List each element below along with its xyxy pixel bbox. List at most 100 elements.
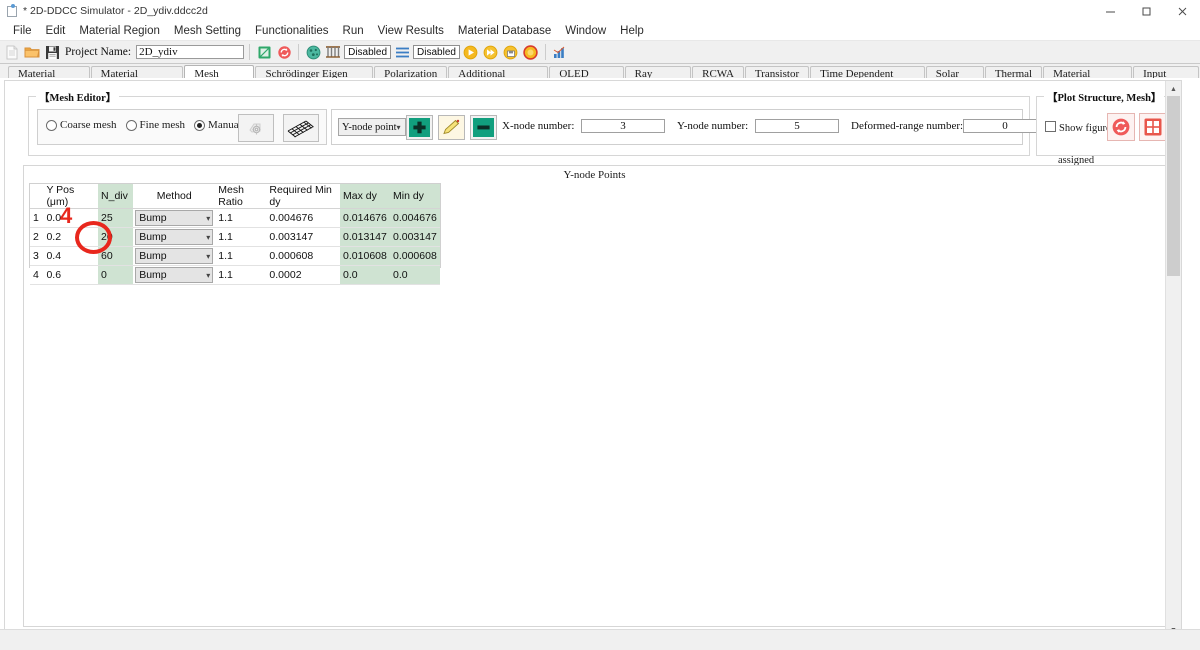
menu-material-database[interactable]: Material Database xyxy=(451,22,558,40)
project-name-input[interactable] xyxy=(136,45,245,59)
chevron-down-icon: ▾ xyxy=(206,270,211,280)
header-max-dy[interactable]: Max dy xyxy=(340,184,390,209)
menu-file[interactable]: File xyxy=(6,22,39,40)
radio-fine-mesh[interactable]: Fine mesh xyxy=(125,119,185,131)
menu-material-region[interactable]: Material Region xyxy=(72,22,167,40)
content-area: 【Mesh Editor】 Coarse mesh Fine mesh Manu… xyxy=(0,78,1200,650)
new-file-icon[interactable] xyxy=(3,43,21,61)
radio-coarse-mesh[interactable]: Coarse mesh xyxy=(46,119,117,131)
bar-chart-icon[interactable] xyxy=(551,43,569,61)
y-node-number-input[interactable] xyxy=(755,119,839,133)
refresh-plot-icon[interactable] xyxy=(1107,113,1135,141)
header-ndiv[interactable]: N_div xyxy=(98,184,134,209)
radio-dot-manual xyxy=(194,119,206,131)
header-method[interactable]: Method xyxy=(133,184,216,209)
app-icon xyxy=(5,4,19,18)
minus-icon[interactable] xyxy=(470,115,497,140)
cell-min-dy: 0.003147 xyxy=(389,227,440,247)
cell-required-min-dy[interactable]: 0.0002 xyxy=(266,265,341,285)
mesh-setting-panel: 【Mesh Editor】 Coarse mesh Fine mesh Manu… xyxy=(4,80,1182,640)
cell-required-min-dy[interactable]: 0.004676 xyxy=(266,208,341,228)
cell-min-dy: 0.004676 xyxy=(389,208,440,228)
status-disabled-1: Disabled xyxy=(344,45,392,59)
chevron-down-icon: ▾ xyxy=(206,213,211,223)
method-value: Bump xyxy=(139,269,167,281)
header-min-dy[interactable]: Min dy xyxy=(389,184,440,209)
x-node-number-label: X-node number: xyxy=(502,120,575,132)
row-number: 1 xyxy=(30,208,44,228)
cell-max-dy: 0.013147 xyxy=(340,227,390,247)
method-select[interactable]: Bump ▾ xyxy=(135,210,214,226)
cell-method[interactable]: Bump ▾ xyxy=(133,227,216,247)
plus-icon[interactable] xyxy=(406,115,433,140)
menu-functionalities[interactable]: Functionalities xyxy=(248,22,336,40)
close-button[interactable] xyxy=(1164,0,1200,22)
mesh-setting-inner: 【Mesh Editor】 Coarse mesh Fine mesh Manu… xyxy=(10,85,1174,635)
cell-ypos[interactable]: 0.6 xyxy=(43,265,99,285)
run-icon[interactable] xyxy=(462,43,480,61)
menu-bar: File Edit Material Region Mesh Setting F… xyxy=(0,22,1200,40)
maximize-button[interactable] xyxy=(1128,0,1164,22)
cell-mesh-ratio[interactable]: 1.1 xyxy=(215,208,267,228)
cell-method[interactable]: Bump ▾ xyxy=(133,265,216,285)
radio-dot-coarse xyxy=(46,119,57,131)
show-figure-checkbox[interactable]: Show figure xyxy=(1045,121,1111,134)
deformed-range-input[interactable] xyxy=(963,119,1047,133)
annotation-step-number: 4 xyxy=(60,203,73,228)
cell-mesh-ratio[interactable]: 1.1 xyxy=(215,246,267,266)
lines-icon[interactable] xyxy=(393,43,411,61)
open-folder-icon[interactable] xyxy=(23,43,41,61)
gear-mesh-icon[interactable] xyxy=(238,114,274,142)
cell-required-min-dy[interactable]: 0.003147 xyxy=(266,227,341,247)
header-required-min-dy[interactable]: Required Min dy xyxy=(266,184,341,209)
x-node-number-input[interactable] xyxy=(581,119,665,133)
panel-vertical-scrollbar[interactable]: ▲ ▼ xyxy=(1165,81,1181,637)
cell-max-dy: 0.0 xyxy=(340,265,390,285)
toolbar-separator-1 xyxy=(249,44,251,60)
refresh-icon[interactable] xyxy=(275,43,293,61)
scroll-up-arrow-icon[interactable]: ▲ xyxy=(1166,81,1181,96)
cell-method[interactable]: Bump ▾ xyxy=(133,246,216,266)
menu-mesh-setting[interactable]: Mesh Setting xyxy=(167,22,248,40)
columns-icon[interactable] xyxy=(324,43,342,61)
method-select[interactable]: Bump ▾ xyxy=(135,229,214,245)
node-type-value: Y-node point xyxy=(342,121,397,133)
pencil-icon[interactable] xyxy=(438,115,465,140)
plot-structure-group: 【Plot Structure, Mesh】 Show figure xyxy=(1036,90,1167,156)
chevron-down-icon: ▾ xyxy=(396,122,401,132)
cell-required-min-dy[interactable]: 0.000608 xyxy=(266,246,341,266)
node-type-select[interactable]: Y-node point ▾ xyxy=(338,118,406,136)
structure-icon[interactable] xyxy=(255,43,273,61)
cell-method[interactable]: Bump ▾ xyxy=(133,208,216,228)
window-title: * 2D-DDCC Simulator - 2D_ydiv.ddcc2d xyxy=(23,5,208,17)
table-row[interactable]: 4 0.6 0 Bump ▾ 1.1 0.0002 0.0 0.0 xyxy=(30,265,440,285)
mesh-icon[interactable] xyxy=(304,43,322,61)
project-name-label: Project Name: xyxy=(65,46,132,58)
table-header-row: Y Pos (μm) N_div Method Mesh Ratio Requi… xyxy=(30,184,440,209)
minimize-button[interactable] xyxy=(1092,0,1128,22)
show-figure-label: Show figure xyxy=(1059,123,1111,134)
header-mesh-ratio[interactable]: Mesh Ratio xyxy=(215,184,267,209)
cell-ndiv[interactable]: 0 xyxy=(98,265,134,285)
cell-mesh-ratio[interactable]: 1.1 xyxy=(215,227,267,247)
toolbar-separator-3 xyxy=(544,44,546,60)
menu-run[interactable]: Run xyxy=(336,22,371,40)
run-fast-icon[interactable] xyxy=(482,43,500,61)
menu-view-results[interactable]: View Results xyxy=(371,22,451,40)
menu-edit[interactable]: Edit xyxy=(39,22,73,40)
run-save-icon[interactable] xyxy=(502,43,520,61)
scroll-thumb[interactable] xyxy=(1167,96,1180,276)
header-rownum xyxy=(30,184,44,209)
method-select[interactable]: Bump ▾ xyxy=(135,248,214,264)
application-window: * 2D-DDCC Simulator - 2D_ydiv.ddcc2d Fil… xyxy=(0,0,1200,650)
menu-window[interactable]: Window xyxy=(558,22,613,40)
save-disk-icon[interactable] xyxy=(43,43,61,61)
chevron-down-icon: ▾ xyxy=(206,251,211,261)
cell-max-dy: 0.014676 xyxy=(340,208,390,228)
menu-help[interactable]: Help xyxy=(613,22,651,40)
method-select[interactable]: Bump ▾ xyxy=(135,267,214,283)
cell-mesh-ratio[interactable]: 1.1 xyxy=(215,265,267,285)
stop-icon[interactable] xyxy=(522,43,540,61)
mesh-grid-icon[interactable] xyxy=(283,114,319,142)
grid-plot-icon[interactable] xyxy=(1139,113,1167,141)
